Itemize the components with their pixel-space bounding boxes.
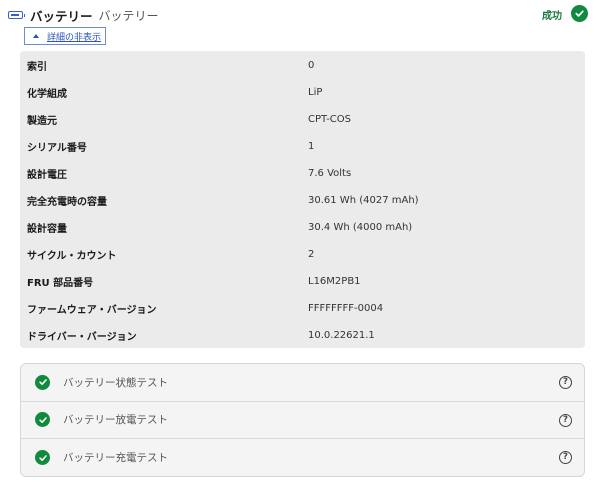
battery-icon (8, 11, 25, 19)
detail-row: 完全充電時の容量 30.61 Wh (4027 mAh) (20, 187, 585, 214)
caret-up-icon (33, 34, 39, 38)
detail-value: L16M2PB1 (308, 276, 361, 287)
check-circle-icon (571, 5, 588, 22)
detail-label: 設計電圧 (27, 170, 67, 181)
check-circle-icon (35, 374, 50, 390)
detail-label: 化学組成 (27, 89, 67, 100)
test-list: バッテリー状態テスト ? バッテリー放電テスト ? バッテリー充電テスト ? (20, 363, 585, 477)
test-item-battery-charge[interactable]: バッテリー充電テスト ? (21, 439, 584, 476)
detail-label: ドライバー・バージョン (27, 332, 137, 343)
detail-row: 化学組成 LiP (20, 79, 585, 106)
test-label: バッテリー状態テスト (63, 376, 168, 389)
detail-row: 製造元 CPT-COS (20, 106, 585, 133)
hide-details-toggle[interactable]: 詳細の非表示 (24, 27, 107, 45)
detail-label: ファームウェア・バージョン (27, 305, 157, 316)
hide-details-label: 詳細の非表示 (47, 32, 102, 43)
help-icon[interactable]: ? (559, 451, 572, 464)
help-icon[interactable]: ? (559, 413, 572, 427)
test-label: バッテリー充電テスト (63, 452, 168, 465)
detail-row: 設計電圧 7.6 Volts (20, 160, 585, 187)
detail-value: CPT-COS (308, 114, 352, 125)
detail-value: 30.4 Wh (4000 mAh) (308, 222, 413, 233)
detail-value: LiP (308, 87, 323, 98)
detail-row: 索引 0 (20, 52, 585, 79)
detail-label: 製造元 (27, 116, 57, 127)
section-subtitle: バッテリー (98, 8, 159, 23)
test-label: バッテリー放電テスト (63, 414, 168, 427)
test-item-battery-discharge[interactable]: バッテリー放電テスト ? (21, 402, 584, 439)
status-label: 成功 (542, 11, 562, 22)
detail-value: 30.61 Wh (4027 mAh) (308, 195, 419, 206)
detail-value: 10.0.22621.1 (308, 330, 375, 341)
detail-row: シリアル番号 1 (20, 133, 585, 160)
detail-label: シリアル番号 (27, 143, 87, 154)
detail-label: 完全充電時の容量 (27, 197, 107, 208)
detail-value: 1 (308, 141, 315, 152)
detail-value: FFFFFFFF-0004 (308, 303, 384, 314)
check-circle-icon (35, 412, 50, 428)
detail-value: 2 (308, 249, 315, 260)
detail-row: ドライバー・バージョン 10.0.22621.1 (20, 322, 585, 349)
detail-row: FRU 部品番号 L16M2PB1 (20, 268, 585, 295)
detail-label: 設計容量 (27, 224, 67, 235)
check-circle-icon (35, 450, 50, 466)
detail-value: 0 (308, 60, 315, 71)
detail-row: 設計容量 30.4 Wh (4000 mAh) (20, 214, 585, 241)
section-header: バッテリー バッテリー 成功 (8, 5, 588, 24)
test-item-battery-status[interactable]: バッテリー状態テスト ? (21, 364, 584, 402)
details-panel: 索引 0 化学組成 LiP 製造元 CPT-COS シリアル番号 1 設計電圧 7.6 V… (20, 51, 585, 348)
detail-label: サイクル・カウント (27, 251, 117, 262)
help-icon[interactable]: ? (559, 376, 572, 389)
detail-label: FRU 部品番号 (27, 278, 94, 289)
detail-row: サイクル・カウント 2 (20, 241, 585, 268)
detail-value: 7.6 Volts (308, 168, 352, 179)
detail-row: ファームウェア・バージョン FFFFFFFF-0004 (20, 295, 585, 322)
section-title: バッテリー (30, 8, 93, 24)
detail-label: 索引 (27, 62, 47, 73)
